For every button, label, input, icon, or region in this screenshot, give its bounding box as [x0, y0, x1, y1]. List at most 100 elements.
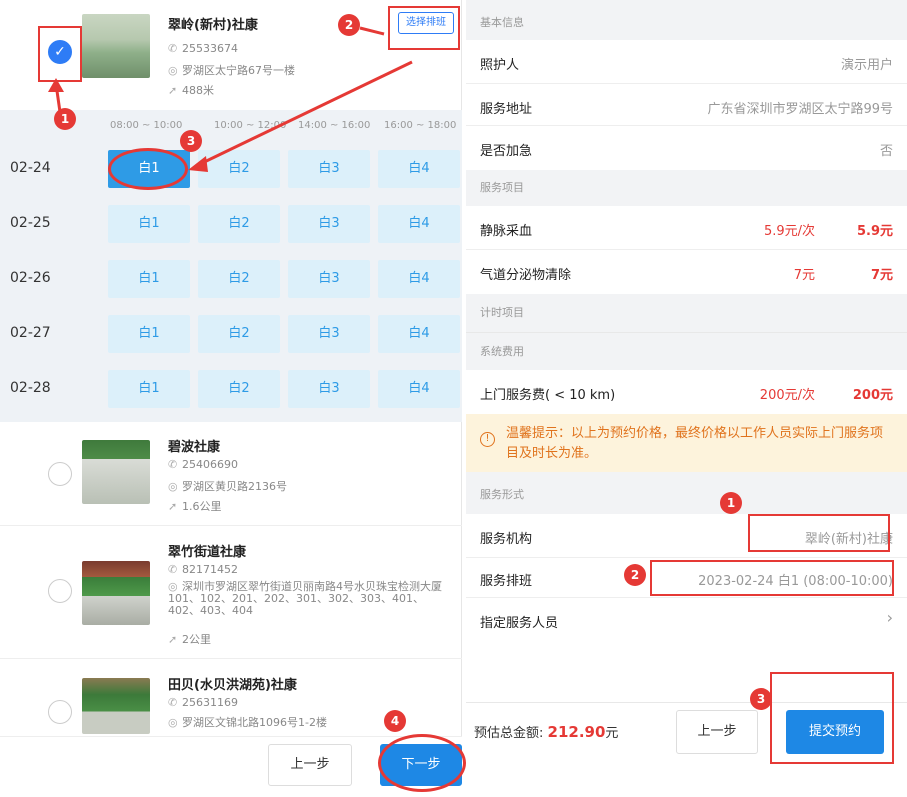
section-header-system: 系统费用 [466, 332, 907, 370]
schedule-cell[interactable]: 白3 [288, 260, 370, 298]
navigation-icon: ➚ [168, 633, 178, 646]
schedule-cell[interactable]: 白2 [198, 370, 280, 408]
schedule-cell[interactable]: 白4 [378, 205, 460, 243]
caretaker-row: 照护人 演示用户 [466, 40, 907, 84]
assign-staff-row[interactable]: 指定服务人员 › [466, 598, 907, 642]
annotation-ring-next [378, 734, 466, 792]
store-radio[interactable] [48, 462, 72, 486]
schedule-cell[interactable]: 白1 [108, 370, 190, 408]
address-label: 服务地址 [480, 102, 533, 117]
total-amount: 预估总金额: 212.90元 [474, 722, 618, 741]
schedule-cell[interactable]: 白3 [288, 315, 370, 353]
price-warning: ! 温馨提示：以上为预约价格，最终价格以工作人员实际上门服务项目及时长为准。 [466, 414, 907, 472]
schedule-cell[interactable]: 白1 [108, 205, 190, 243]
address-row: 服务地址 广东省深圳市罗湖区太宁路99号 [466, 84, 907, 126]
annotation-box-schedule [650, 560, 894, 596]
schedule-date: 02-24 [10, 160, 51, 176]
schedule-date: 02-28 [10, 380, 51, 396]
info-icon: ! [480, 432, 495, 447]
org-label: 服务机构 [480, 532, 533, 547]
service-item-total: 7元 [870, 268, 893, 283]
schedule-cell[interactable]: 白4 [378, 150, 460, 188]
schedule-cell[interactable]: 白2 [198, 260, 280, 298]
annotation-box-submit [770, 672, 894, 764]
store-distance: ➚ 1.6公里 [168, 500, 222, 513]
phone-icon: ✆ [168, 563, 178, 576]
visit-fee-row: 上门服务费( < 10 km) 200元/次 200元 [466, 370, 907, 414]
caretaker-value: 演示用户 [840, 58, 893, 73]
store-item[interactable]: 翠竹街道社康 ✆ 82171452 ◎ 深圳市罗湖区翠竹街道贝丽南路4号水贝珠宝检测… [0, 527, 462, 659]
store-photo [82, 678, 150, 734]
store-address: ◎ 罗湖区文锦北路1096号1-2楼 [168, 716, 327, 729]
store-radio[interactable] [48, 700, 72, 724]
annotation-box-checkbox [38, 26, 82, 82]
schedule-cell[interactable]: 白2 [198, 315, 280, 353]
caretaker-label: 照护人 [480, 58, 520, 73]
store-address: ◎ 罗湖区太宁路67号一楼 [168, 64, 295, 77]
phone-icon: ✆ [168, 458, 178, 471]
store-name: 碧波社康 [168, 440, 221, 455]
time-slot-header: 08:00 ~ 10:00 [110, 120, 183, 131]
time-slot-header: 14:00 ~ 16:00 [298, 120, 371, 131]
schedule-cell[interactable]: 白3 [288, 370, 370, 408]
section-header-timed: 计时项目 [466, 294, 907, 332]
annotation-ring-slot [108, 148, 188, 190]
urgent-value: 否 [879, 144, 893, 159]
phone-icon: ✆ [168, 42, 178, 55]
location-icon: ◎ [168, 480, 178, 493]
service-item-name: 气道分泌物清除 [480, 268, 572, 283]
annotation-box-select-schedule [388, 6, 460, 50]
schedule-cell[interactable]: 白1 [108, 260, 190, 298]
prev-step-button[interactable]: 上一步 [676, 710, 758, 754]
annotation-badge-4: 4 [384, 710, 406, 732]
annotation-badge-r3: 3 [750, 688, 772, 710]
section-header-form: 服务形式 [466, 472, 907, 514]
location-icon: ◎ [168, 716, 178, 729]
store-photo [82, 14, 150, 78]
schedule-cell[interactable]: 白1 [108, 315, 190, 353]
store-item[interactable]: 碧波社康 ✆ 25406690 ◎ 罗湖区黄贝路2136号 ➚ 1.6公里 [0, 422, 462, 526]
store-phone: ✆ 25533674 [168, 42, 238, 55]
schedule-cell[interactable]: 白2 [198, 205, 280, 243]
annotation-badge-3: 3 [180, 130, 202, 152]
store-radio[interactable] [48, 579, 72, 603]
service-item-price: 7元 [793, 268, 815, 283]
chevron-right-icon: › [886, 608, 893, 627]
store-phone: ✆ 25631169 [168, 696, 238, 709]
time-slot-header: 10:00 ~ 12:00 [214, 120, 287, 131]
store-phone: ✆ 82171452 [168, 563, 238, 576]
warning-text: 温馨提示：以上为预约价格，最终价格以工作人员实际上门服务项目及时长为准。 [506, 426, 884, 461]
total-label: 预估总金额: [474, 726, 544, 741]
schedule-cell[interactable]: 白3 [288, 150, 370, 188]
visit-fee-price: 200元/次 [759, 388, 815, 403]
assign-staff-label: 指定服务人员 [480, 616, 559, 631]
schedule-date: 02-26 [10, 270, 51, 286]
time-slot-header: 16:00 ~ 18:00 [384, 120, 457, 131]
store-photo [82, 440, 150, 504]
store-address: ◎ 罗湖区黄贝路2136号 [168, 480, 287, 493]
visit-fee-label: 上门服务费( < 10 km) [480, 388, 616, 403]
service-item-total: 5.9元 [856, 224, 893, 239]
total-value: 212.90 [547, 723, 606, 741]
annotation-badge-1: 1 [54, 108, 76, 130]
annotation-badge-2: 2 [338, 14, 360, 36]
schedule-label: 服务排班 [480, 574, 533, 589]
service-item-price: 5.9元/次 [763, 224, 815, 239]
schedule-cell[interactable]: 白3 [288, 205, 370, 243]
schedule-date: 02-25 [10, 215, 51, 231]
schedule-cell[interactable]: 白2 [198, 150, 280, 188]
annotation-badge-r2: 2 [624, 564, 646, 586]
address-value: 广东省深圳市罗湖区太宁路99号 [707, 102, 893, 117]
store-name: 翠岭(新村)社康 [168, 18, 258, 33]
navigation-icon: ➚ [168, 84, 178, 97]
schedule-cell[interactable]: 白4 [378, 260, 460, 298]
schedule-cell[interactable]: 白4 [378, 315, 460, 353]
store-name: 翠竹街道社康 [168, 545, 247, 560]
store-distance: ➚ 488米 [168, 84, 214, 97]
service-item-name: 静脉采血 [480, 224, 533, 239]
schedule-cell[interactable]: 白4 [378, 370, 460, 408]
store-address: ◎ 深圳市罗湖区翠竹街道贝丽南路4号水贝珠宝检测大厦101、102、201、202… [168, 580, 442, 617]
annotation-badge-r1: 1 [720, 492, 742, 514]
annotation-box-org [748, 514, 890, 552]
prev-step-button[interactable]: 上一步 [268, 744, 352, 786]
